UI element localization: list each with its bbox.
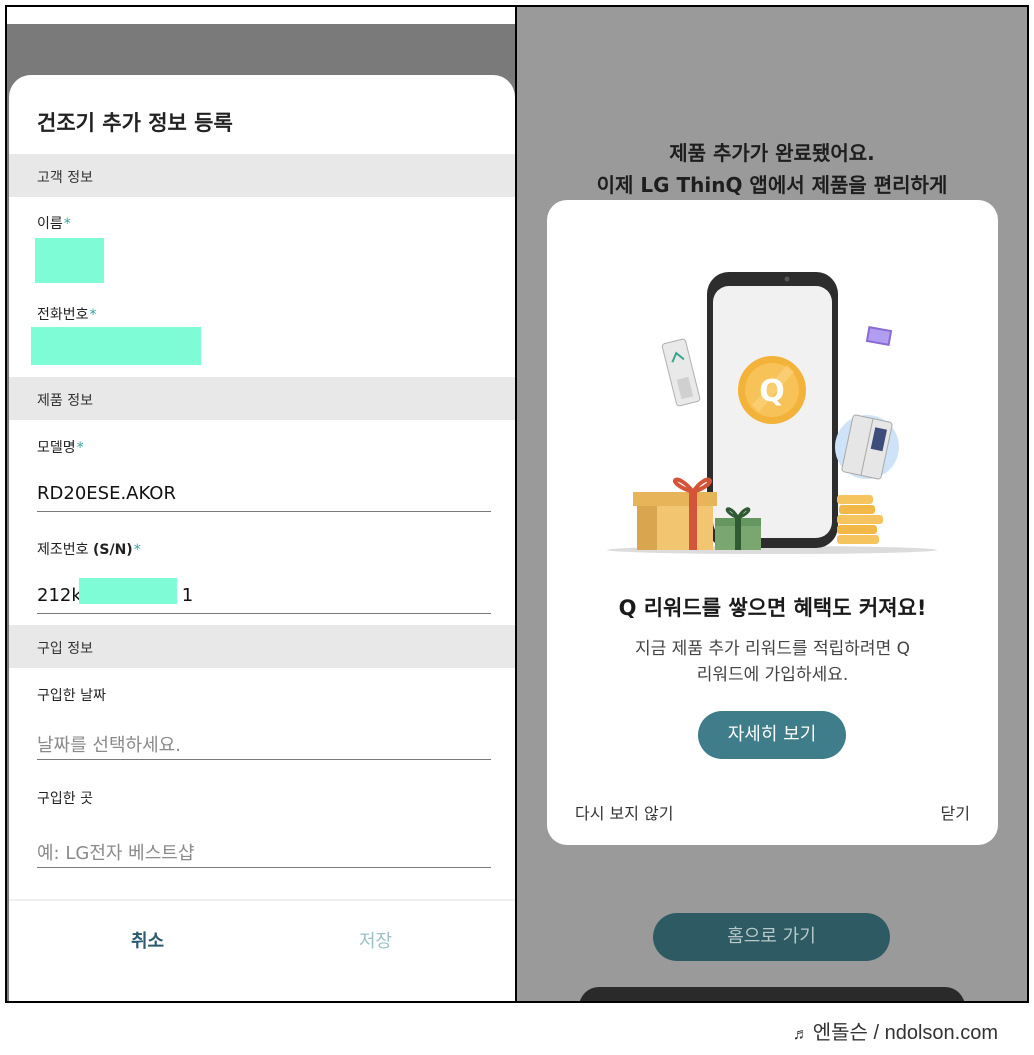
reward-modal: Q Q 리워드를 쌓으면 혜택도 커져요! 지금 제품 추가 리워드를 적립하려… (547, 200, 998, 845)
name-field[interactable] (35, 238, 104, 283)
purchase-place-field[interactable]: 예: LG전자 베스트샵 (37, 839, 194, 865)
serial-label: 제조번호 (S/N)* (37, 542, 141, 558)
watermark-text: 엔돌슨 / ndolson.com (812, 1022, 998, 1044)
tv-icon (865, 326, 893, 346)
phone-field[interactable] (31, 327, 201, 365)
section-product-label: 제품 정보 (37, 393, 93, 409)
serial-mask (79, 578, 177, 604)
right-screenshot: 제품 추가가 완료됐어요. 이제 LG ThinQ 앱에서 제품을 편리하게 Q (517, 5, 1029, 1003)
required-mark: * (63, 216, 71, 232)
bottom-bar (579, 987, 965, 1001)
watermark: ♬ 엔돌슨 / ndolson.com (793, 1016, 998, 1045)
info-sheet: 건조기 추가 정보 등록 고객 정보 이름* 전화번호* 제품 정보 모델명* … (9, 75, 515, 1001)
section-purchase-label: 구입 정보 (37, 641, 93, 657)
save-button[interactable]: 저장 (359, 927, 392, 953)
phone-camera (784, 276, 790, 282)
section-product: 제품 정보 (9, 377, 515, 420)
purchase-date-underline (37, 759, 491, 760)
close-link[interactable]: 닫기 (941, 800, 970, 824)
dont-show-again-link[interactable]: 다시 보지 않기 (575, 800, 674, 824)
model-label: 모델명* (37, 440, 84, 456)
purchase-date-field[interactable]: 날짜를 선택하세요. (37, 731, 181, 757)
modal-body-line1: 지금 제품 추가 리워드를 적립하려면 Q (635, 639, 910, 659)
status-strip (7, 7, 515, 24)
purchase-place-underline (37, 867, 491, 868)
purchase-place-label: 구입한 곳 (37, 791, 93, 807)
section-customer-label: 고객 정보 (37, 170, 93, 186)
view-details-button[interactable]: 자세히 보기 (698, 711, 846, 759)
reward-illustration: Q (607, 272, 937, 554)
name-label: 이름* (37, 216, 71, 232)
section-customer: 고객 정보 (9, 154, 515, 197)
serial-underline (37, 613, 491, 614)
model-field[interactable]: RD20ESE.AKOR (37, 483, 176, 504)
phone-label: 전화번호* (37, 307, 97, 323)
purchase-date-label: 구입한 날짜 (37, 688, 106, 704)
required-mark: * (133, 542, 141, 558)
completion-subtext: 이제 LG ThinQ 앱에서 제품을 편리하게 (596, 173, 948, 197)
footer-divider (9, 899, 515, 901)
gift-box-icon (633, 477, 717, 550)
modal-heading: Q 리워드를 쌓으면 혜택도 커져요! (618, 596, 927, 620)
completion-message: 제품 추가가 완료됐어요. (669, 141, 875, 165)
styler-icon (661, 338, 701, 407)
music-note-icon: ♬ (792, 1026, 809, 1043)
model-underline (37, 511, 491, 512)
coin-letter: Q (759, 374, 785, 409)
required-mark: * (76, 440, 84, 456)
coin-stack-icon (837, 495, 883, 544)
modal-body-line2: 리워드에 가입하세요. (696, 665, 849, 685)
left-screenshot: 건조기 추가 정보 등록 고객 정보 이름* 전화번호* 제품 정보 모델명* … (5, 5, 517, 1003)
section-purchase: 구입 정보 (9, 625, 515, 668)
page-title: 건조기 추가 정보 등록 (37, 111, 233, 135)
cancel-button[interactable]: 취소 (131, 927, 164, 953)
go-home-button[interactable]: 홈으로 가기 (653, 913, 890, 961)
required-mark: * (89, 307, 97, 323)
